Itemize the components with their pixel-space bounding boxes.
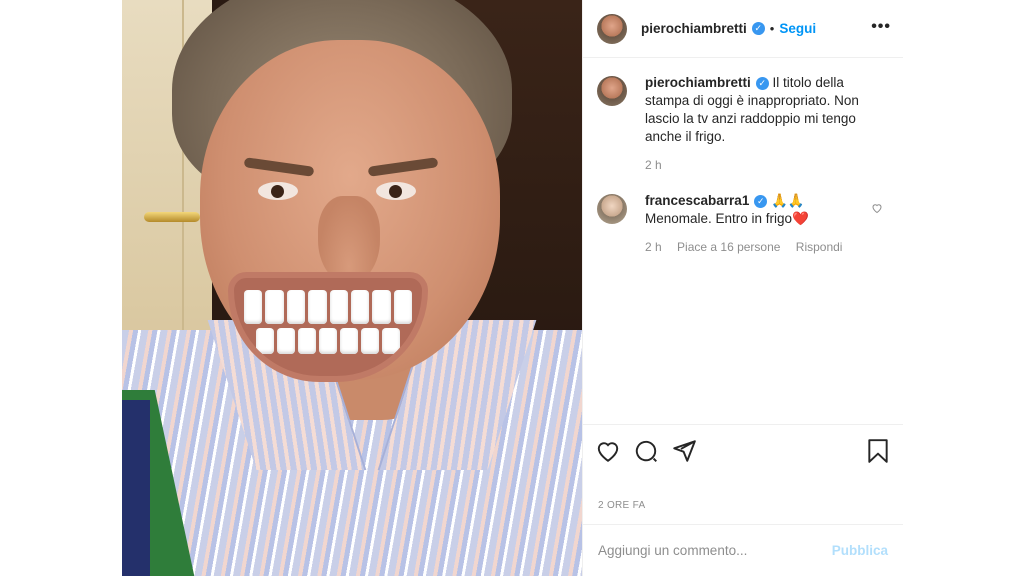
- instagram-post: pierochiambretti ✓ • Segui ••• pierochia…: [122, 0, 903, 576]
- verified-badge-icon: ✓: [754, 194, 768, 208]
- suspender-blue: [122, 400, 150, 576]
- comment-time[interactable]: 2 h: [645, 240, 662, 254]
- comment-emoji: 🙏🙏: [771, 193, 805, 208]
- reply-button[interactable]: Rispondi: [796, 240, 843, 254]
- heart-icon[interactable]: [595, 438, 621, 464]
- author-avatar[interactable]: [597, 13, 627, 44]
- eye-left: [258, 182, 298, 200]
- caption-body: pierochiambretti ✓ Il titolo della stampa…: [645, 74, 873, 174]
- header-separator: •: [769, 21, 775, 36]
- action-bar: [583, 424, 903, 476]
- upper-teeth: [244, 290, 412, 324]
- publish-button[interactable]: Pubblica: [832, 543, 888, 558]
- more-dots-icon[interactable]: •••: [871, 18, 891, 36]
- bookmark-icon[interactable]: [865, 438, 891, 464]
- verified-badge-icon: ✓: [751, 22, 765, 35]
- caption: pierochiambretti ✓ Il titolo della stampa…: [597, 74, 889, 174]
- commenter-avatar[interactable]: [597, 194, 627, 224]
- door-handle: [144, 212, 200, 222]
- comment-meta: 2 h Piace a 16 persone Rispondi: [645, 238, 873, 256]
- comment-likes[interactable]: Piace a 16 persone: [677, 240, 780, 254]
- eye-right: [376, 182, 416, 200]
- nose: [318, 196, 380, 284]
- post-side-panel: pierochiambretti ✓ • Segui ••• pierochia…: [582, 0, 903, 576]
- post-header: pierochiambretti ✓ • Segui •••: [583, 0, 903, 58]
- comment-icon[interactable]: [633, 438, 659, 464]
- share-icon[interactable]: [671, 438, 697, 464]
- caption-username[interactable]: pierochiambretti: [645, 75, 751, 90]
- comment-text: Menomale. Entro in frigo❤️: [645, 211, 809, 226]
- comments-list: pierochiambretti ✓ Il titolo della stampa…: [583, 74, 903, 270]
- add-comment-bar: Aggiungi un commento... Pubblica: [583, 524, 903, 576]
- caption-avatar[interactable]: [597, 76, 627, 106]
- comment-input[interactable]: Aggiungi un commento...: [598, 543, 832, 558]
- comment-heart-icon[interactable]: [871, 202, 883, 214]
- follow-button[interactable]: Segui: [779, 21, 816, 36]
- caption-time[interactable]: 2 h: [645, 158, 662, 172]
- post-photo[interactable]: [122, 0, 582, 576]
- verified-badge-icon: ✓: [755, 76, 769, 90]
- caption-meta: 2 h: [645, 156, 873, 174]
- lower-teeth: [256, 328, 400, 354]
- author-username[interactable]: pierochiambretti: [641, 21, 747, 36]
- comment-body: francescabarra1 ✓ 🙏🙏 Menomale. Entro in f…: [645, 192, 873, 256]
- comment-item: francescabarra1 ✓ 🙏🙏 Menomale. Entro in f…: [597, 192, 889, 256]
- post-timestamp[interactable]: 2 ORE FA: [598, 500, 645, 511]
- commenter-username[interactable]: francescabarra1: [645, 193, 749, 208]
